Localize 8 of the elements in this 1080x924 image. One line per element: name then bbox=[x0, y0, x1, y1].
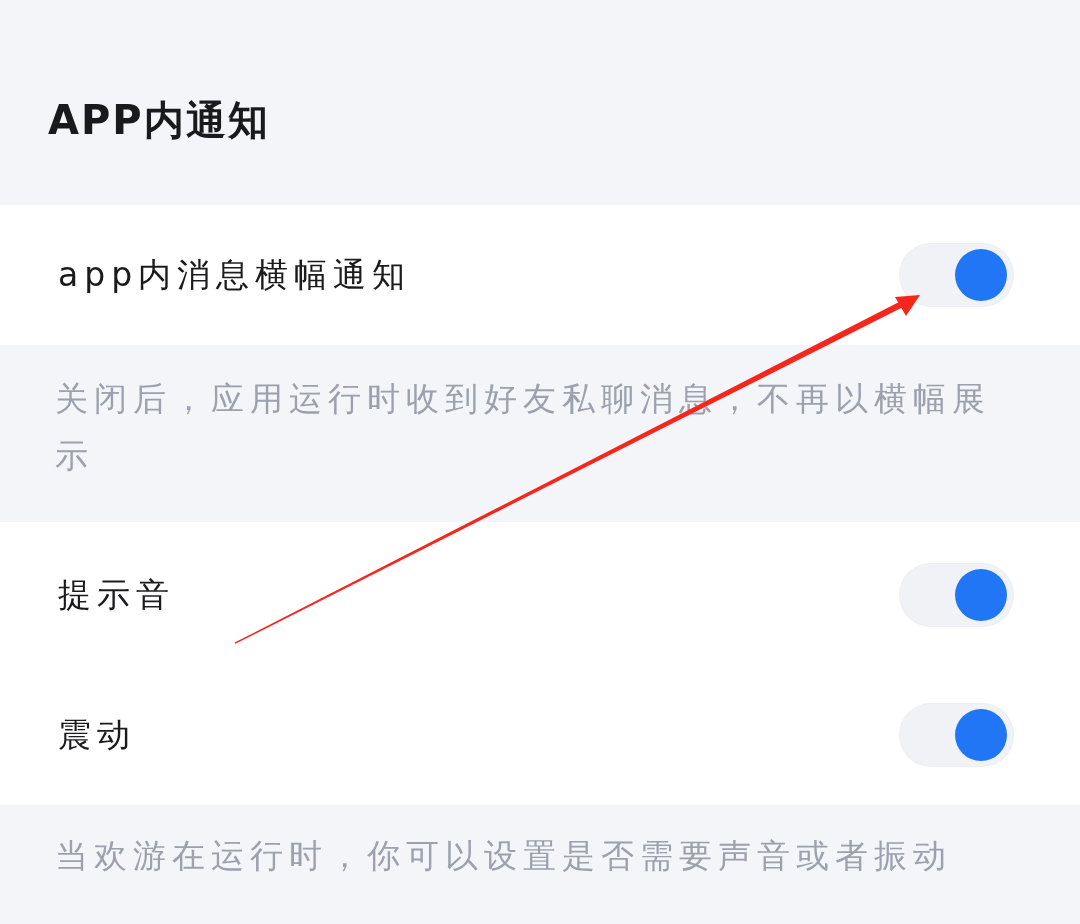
toggle-switch[interactable] bbox=[900, 564, 1013, 626]
setting-label: 震动 bbox=[58, 714, 136, 756]
page-title: APP内通知 bbox=[48, 96, 270, 145]
toggle-switch[interactable] bbox=[900, 244, 1013, 306]
toggle-switch[interactable] bbox=[900, 704, 1013, 766]
section-description: 当欢游在运行时，你可以设置是否需要声音或者振动 bbox=[55, 835, 953, 877]
setting-label: app内消息横幅通知 bbox=[58, 254, 412, 296]
setting-label: 提示音 bbox=[58, 574, 175, 616]
